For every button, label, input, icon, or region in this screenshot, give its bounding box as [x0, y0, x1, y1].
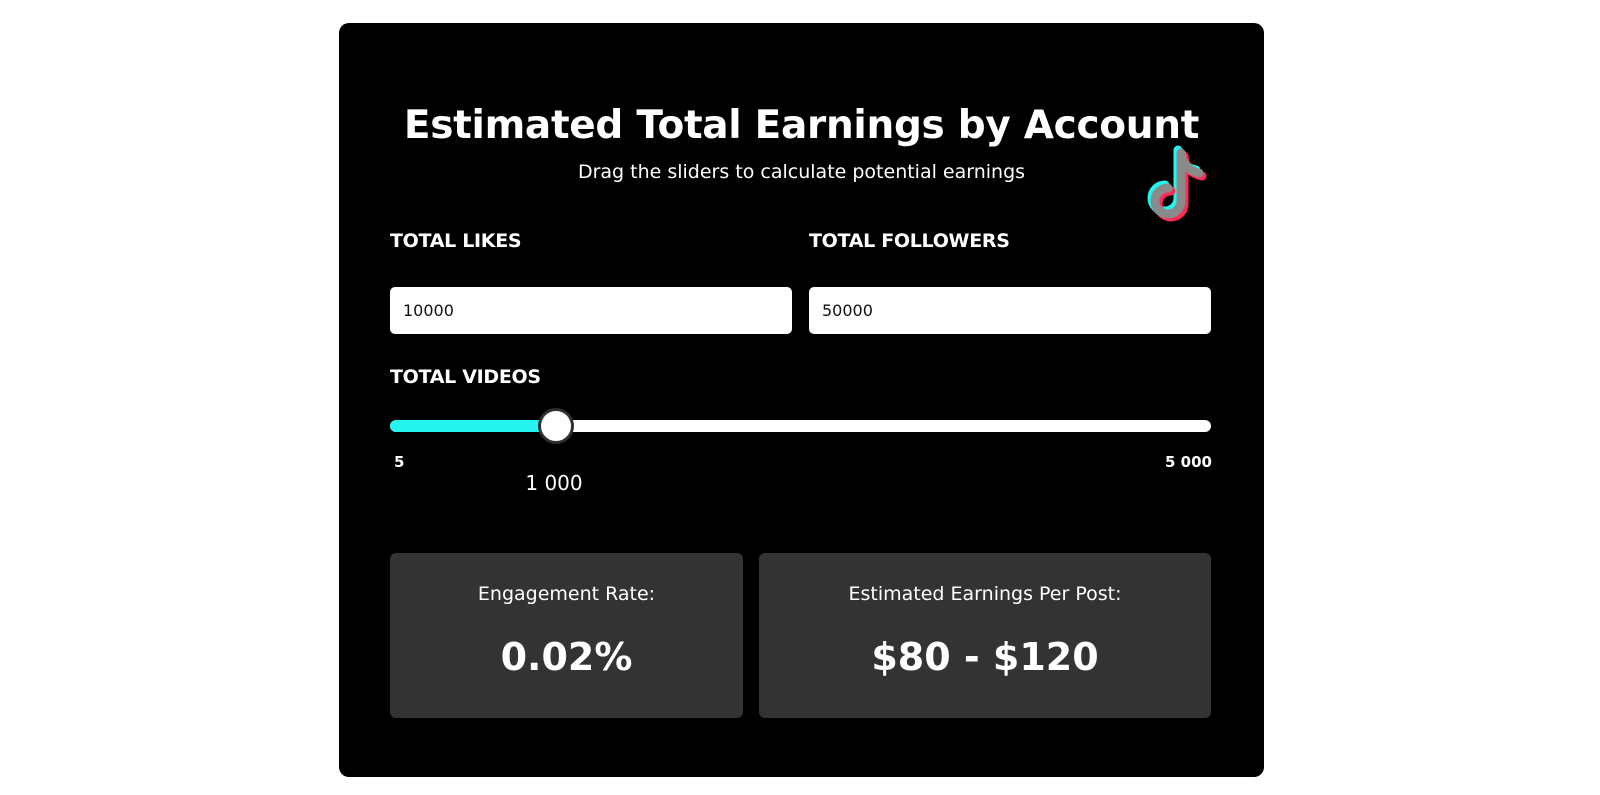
slider-min-label: 5 — [394, 453, 405, 471]
earnings-per-post-value: $80 - $120 — [871, 635, 1099, 679]
total-likes-label: TOTAL LIKES — [390, 230, 522, 252]
page-subtitle: Drag the sliders to calculate potential … — [577, 161, 1026, 183]
earnings-per-post-label: Estimated Earnings Per Post: — [848, 583, 1122, 605]
earnings-per-post-panel: Estimated Earnings Per Post: $80 - $120 — [759, 553, 1211, 718]
total-likes-input[interactable] — [390, 287, 792, 334]
total-followers-input[interactable] — [809, 287, 1211, 334]
engagement-rate-panel: Engagement Rate: 0.02% — [390, 553, 743, 718]
total-videos-slider[interactable] — [390, 408, 1211, 444]
total-followers-label: TOTAL FOLLOWERS — [809, 230, 1010, 252]
page-title: Estimated Total Earnings by Account — [403, 103, 1200, 148]
slider-max-label: 5 000 — [1165, 453, 1212, 471]
tiktok-logo-icon — [1147, 145, 1207, 222]
total-videos-label: TOTAL VIDEOS — [390, 366, 541, 388]
slider-thumb[interactable] — [538, 408, 574, 444]
slider-fill — [390, 420, 554, 432]
engagement-rate-label: Engagement Rate: — [477, 583, 656, 605]
engagement-rate-value: 0.02% — [500, 635, 633, 679]
calculator-card: Estimated Total Earnings by Account Drag… — [339, 23, 1264, 777]
slider-value-label: 1 000 — [525, 471, 583, 495]
